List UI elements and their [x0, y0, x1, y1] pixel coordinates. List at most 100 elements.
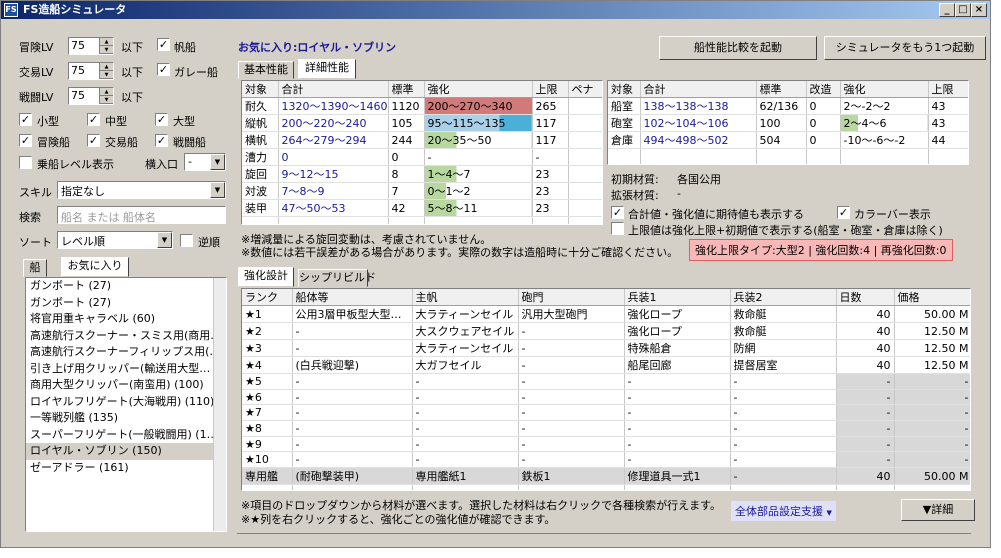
- build-cell[interactable]: 汎用大型砲門: [518, 305, 625, 323]
- tab-ship-rebuild[interactable]: シップリビルド: [298, 269, 376, 287]
- build-cell[interactable]: 防網: [730, 339, 837, 357]
- build-header-cell[interactable]: 兵装1: [624, 289, 731, 306]
- build-cell[interactable]: ★8: [242, 420, 293, 437]
- build-cell[interactable]: -: [412, 373, 519, 390]
- perf-cell[interactable]: 200〜270〜340: [424, 97, 533, 115]
- room-header-cell[interactable]: 標準: [756, 81, 807, 98]
- build-cell[interactable]: -: [412, 451, 519, 469]
- room-cell[interactable]: 0: [806, 114, 841, 132]
- build-cell[interactable]: -: [894, 451, 970, 469]
- perf-cell[interactable]: 7〜8〜9: [278, 182, 389, 200]
- build-cell[interactable]: 12.50 M: [894, 322, 970, 340]
- perf-cell[interactable]: 漕力: [242, 148, 279, 166]
- trade-ship-checkbox[interactable]: ✓: [87, 134, 100, 147]
- perf-cell[interactable]: -: [532, 148, 569, 166]
- perf-cell[interactable]: 1120: [388, 97, 425, 115]
- build-header-cell[interactable]: 砲門: [518, 289, 625, 306]
- build-cell[interactable]: 強化ロープ: [624, 305, 731, 323]
- perf-cell[interactable]: 47〜50〜53: [278, 199, 389, 217]
- spin-down-icon[interactable]: ▼: [100, 46, 113, 54]
- build-cell[interactable]: -: [730, 436, 837, 453]
- build-cell[interactable]: -: [894, 420, 970, 437]
- build-cell[interactable]: -: [894, 389, 970, 406]
- build-cell[interactable]: ★1: [242, 305, 293, 323]
- perf-cell[interactable]: 23: [532, 199, 569, 217]
- build-cell[interactable]: -: [518, 356, 625, 374]
- build-cell[interactable]: 修理道具一式1: [624, 467, 731, 486]
- room-cell[interactable]: 504: [756, 131, 807, 149]
- tab-basic-perf[interactable]: 基本性能: [238, 61, 294, 79]
- build-cell[interactable]: 40: [836, 467, 895, 486]
- ship-list-item[interactable]: 一等戦列艦 (135): [26, 410, 226, 427]
- build-cell[interactable]: -: [292, 339, 413, 357]
- build-cell[interactable]: 12.50 M: [894, 356, 970, 374]
- build-cell[interactable]: 強化ロープ: [624, 322, 731, 340]
- room-cell[interactable]: 43: [928, 97, 968, 115]
- build-cell[interactable]: 公用3層甲板型大型…: [292, 305, 413, 323]
- adv-lv-spinner[interactable]: 75 ▲ ▼: [68, 37, 114, 55]
- perf-cell[interactable]: 20〜35〜50: [424, 131, 533, 149]
- build-cell[interactable]: 大ガフセイル: [412, 356, 519, 374]
- build-cell[interactable]: ★3: [242, 339, 293, 357]
- perf-cell[interactable]: -: [424, 148, 533, 166]
- compare-button[interactable]: 船性能比較を起動: [659, 36, 817, 60]
- room-cell[interactable]: 138〜138〜138: [640, 97, 757, 115]
- spin-up-icon[interactable]: ▲: [100, 88, 113, 96]
- build-header-cell[interactable]: 船体等: [292, 289, 413, 306]
- room-cell[interactable]: 船室: [608, 97, 641, 115]
- build-cell[interactable]: ★5: [242, 373, 293, 390]
- build-cell[interactable]: 12.50 M: [894, 339, 970, 357]
- perf-header-cell[interactable]: 対象: [242, 81, 279, 98]
- build-cell[interactable]: 提督居室: [730, 356, 837, 374]
- room-cell[interactable]: 100: [756, 114, 807, 132]
- build-header-cell[interactable]: 価格: [894, 289, 970, 306]
- build-cell[interactable]: 50.00 M: [894, 467, 970, 486]
- build-cell[interactable]: -: [836, 420, 895, 437]
- build-cell[interactable]: -: [624, 451, 731, 469]
- expect-checkbox[interactable]: ✓: [611, 206, 624, 219]
- build-cell[interactable]: -: [624, 436, 731, 453]
- perf-cell[interactable]: 1〜4〜7: [424, 165, 533, 183]
- perf-header-cell[interactable]: 強化: [424, 81, 533, 98]
- room-cell[interactable]: 62/136: [756, 97, 807, 115]
- ship-list-item[interactable]: 高速航行スクーナー・スミス用(商用…: [26, 328, 226, 345]
- build-cell[interactable]: ★10: [242, 451, 293, 469]
- room-cell[interactable]: 102〜104〜106: [640, 114, 757, 132]
- build-cell[interactable]: -: [518, 339, 625, 357]
- build-cell[interactable]: ★4: [242, 356, 293, 374]
- perf-cell[interactable]: [568, 182, 602, 200]
- build-cell[interactable]: -: [412, 436, 519, 453]
- build-cell[interactable]: -: [518, 436, 625, 453]
- build-header-cell[interactable]: 兵装2: [730, 289, 837, 306]
- build-cell[interactable]: ★2: [242, 322, 293, 340]
- room-cell[interactable]: 0: [806, 131, 841, 149]
- build-cell[interactable]: -: [518, 404, 625, 422]
- build-cell[interactable]: -: [292, 404, 413, 422]
- build-cell[interactable]: 40: [836, 305, 895, 323]
- build-cell[interactable]: -: [730, 373, 837, 390]
- room-cell[interactable]: 44: [928, 131, 968, 149]
- perf-cell[interactable]: 23: [532, 182, 569, 200]
- perf-header-cell[interactable]: ペナ: [568, 81, 602, 98]
- build-cell[interactable]: -: [730, 451, 837, 469]
- build-cell[interactable]: 大ラティーンセイル: [412, 339, 519, 357]
- perf-cell[interactable]: 117: [532, 114, 569, 132]
- build-cell[interactable]: -: [624, 420, 731, 437]
- build-cell[interactable]: -: [836, 436, 895, 453]
- room-cell[interactable]: 2〜-2〜2: [840, 97, 929, 115]
- ship-list-item[interactable]: ロイヤルフリゲート(大海戦用) (110): [26, 394, 226, 411]
- perf-header-cell[interactable]: 合計: [278, 81, 389, 98]
- build-cell[interactable]: 救命艇: [730, 305, 837, 323]
- build-cell[interactable]: -: [292, 420, 413, 437]
- tab-detail-perf[interactable]: 詳細性能: [298, 59, 356, 79]
- perf-cell[interactable]: [568, 165, 602, 183]
- room-cell[interactable]: 倉庫: [608, 131, 641, 149]
- perf-cell[interactable]: 5〜8〜11: [424, 199, 533, 217]
- room-cell[interactable]: -10〜-6〜-2: [840, 131, 929, 149]
- perf-cell[interactable]: 横帆: [242, 131, 279, 149]
- ship-list-scrollbar[interactable]: [213, 278, 226, 531]
- perf-cell[interactable]: 7: [388, 182, 425, 200]
- maximize-button[interactable]: □: [955, 3, 971, 17]
- galley-checkbox[interactable]: ✓: [157, 63, 170, 76]
- medium-size-checkbox[interactable]: ✓: [87, 113, 100, 126]
